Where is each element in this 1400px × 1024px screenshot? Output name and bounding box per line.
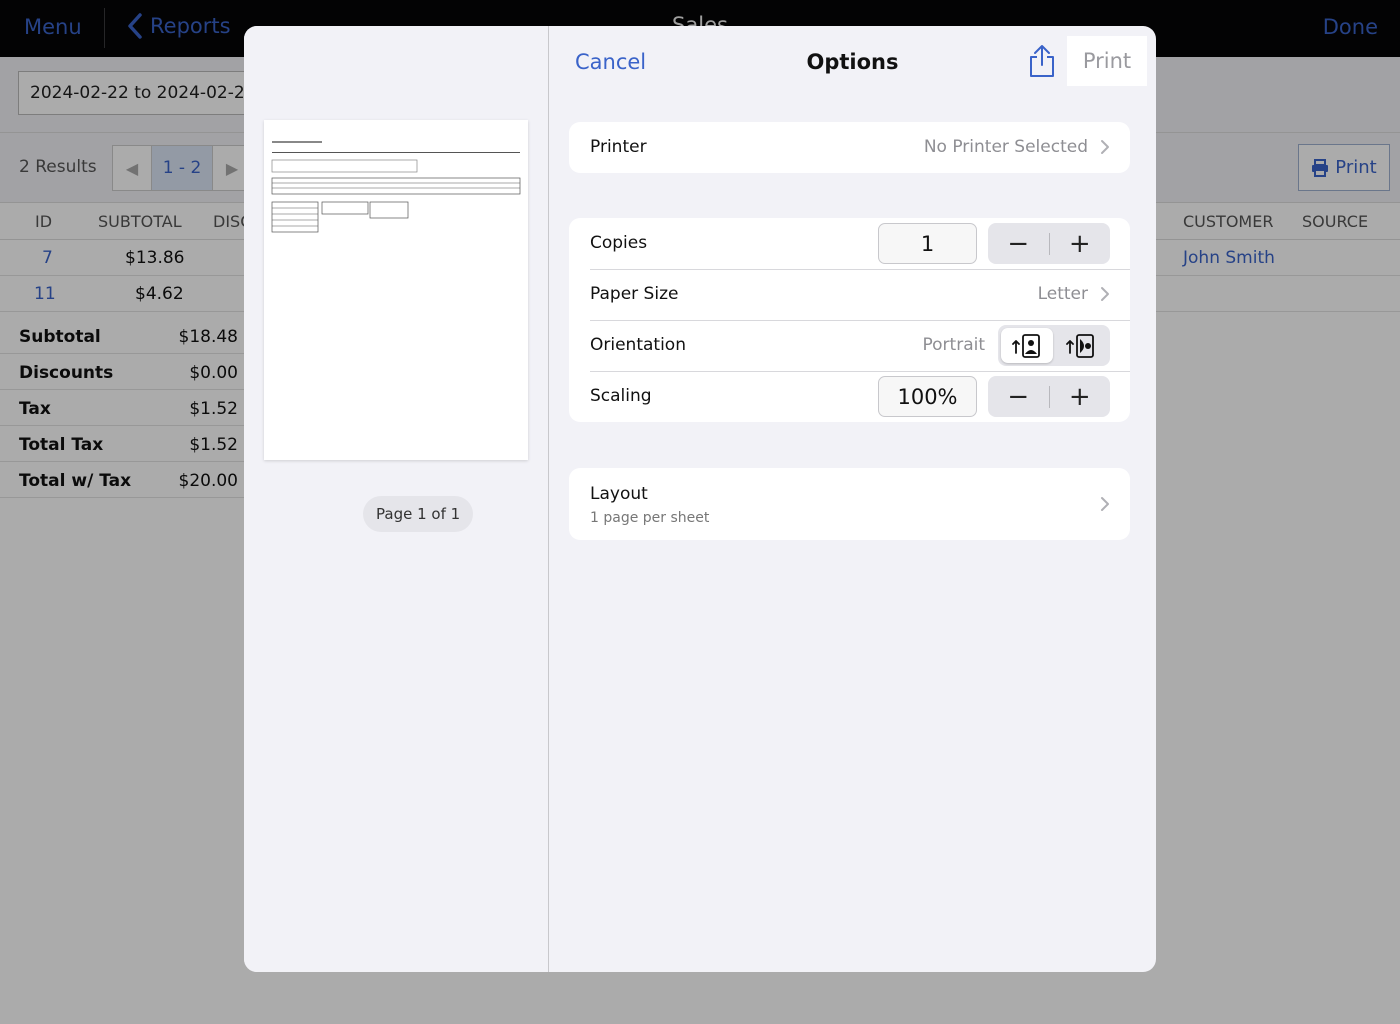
chevron-right-icon: [1101, 287, 1109, 301]
page-thumbnail[interactable]: Page 1 of 1: [264, 120, 528, 532]
scaling-stepper: − +: [988, 376, 1110, 417]
chevron-right-icon: [1101, 140, 1109, 154]
paper-size-row[interactable]: Paper Size Letter: [569, 269, 1130, 320]
print-options-pane: Cancel Options Print Printer No Printer …: [549, 26, 1156, 972]
printer-value: No Printer Selected: [923, 137, 1088, 157]
portrait-option[interactable]: [1001, 328, 1053, 363]
print-options-dialog: Page 1 of 1 Cancel Options Print Printer…: [244, 26, 1156, 972]
scaling-field[interactable]: 100%: [878, 376, 977, 417]
scaling-label: Scaling: [590, 386, 652, 406]
copies-label: Copies: [590, 233, 648, 253]
layout-row[interactable]: Layout 1 page per sheet: [569, 468, 1130, 540]
scaling-row: Scaling 100% − +: [569, 371, 1130, 422]
scaling-increment-button[interactable]: +: [1050, 376, 1111, 417]
copies-stepper: − +: [988, 223, 1110, 264]
share-icon[interactable]: [1027, 44, 1057, 78]
landscape-option[interactable]: [1055, 328, 1107, 363]
printer-group: Printer No Printer Selected: [569, 122, 1130, 173]
portrait-icon: [1012, 333, 1040, 358]
copies-field[interactable]: 1: [878, 223, 977, 264]
report-preview-image: [271, 141, 521, 233]
copies-decrement-button[interactable]: −: [988, 223, 1049, 264]
paper-size-value: Letter: [1037, 284, 1088, 304]
orientation-segmented-control: [998, 325, 1110, 366]
printer-row[interactable]: Printer No Printer Selected: [569, 122, 1130, 173]
paper-size-label: Paper Size: [590, 284, 679, 304]
print-button[interactable]: Print: [1067, 36, 1147, 86]
orientation-value: Portrait: [922, 335, 986, 355]
layout-value: 1 page per sheet: [590, 510, 710, 526]
page-indicator: Page 1 of 1: [363, 496, 474, 532]
copies-row: Copies 1 − +: [569, 218, 1130, 269]
print-preview-pane: Page 1 of 1: [244, 26, 549, 972]
print-settings-group: Copies 1 − + Paper Size Letter Orientati…: [569, 218, 1130, 422]
chevron-right-icon: [1101, 497, 1109, 511]
orientation-label: Orientation: [590, 335, 686, 355]
scaling-decrement-button[interactable]: −: [988, 376, 1049, 417]
landscape-icon: [1066, 333, 1094, 358]
copies-increment-button[interactable]: +: [1050, 223, 1111, 264]
dialog-title: Options: [806, 50, 899, 74]
layout-label: Layout: [590, 484, 648, 504]
layout-group: Layout 1 page per sheet: [569, 468, 1130, 540]
printer-label: Printer: [590, 137, 647, 157]
orientation-row: Orientation Portrait: [569, 320, 1130, 371]
